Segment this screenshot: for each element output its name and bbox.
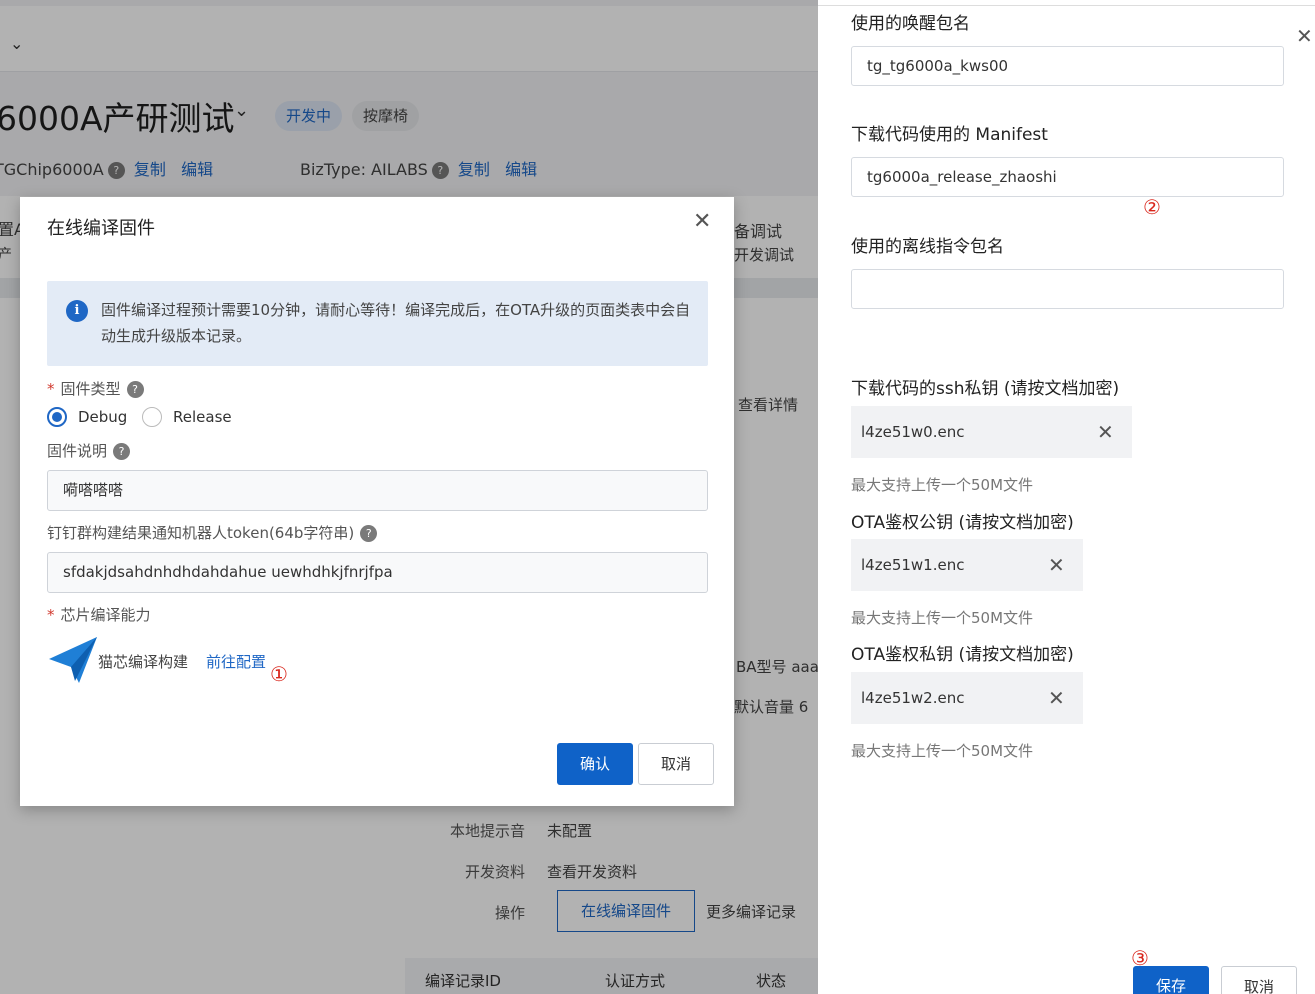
close-icon[interactable]: ✕: [693, 209, 711, 234]
token-input[interactable]: sfdakjdsahdnhdhdahdahue uewhdhkjfnrjfpa: [47, 552, 708, 593]
offline-package-input[interactable]: [851, 269, 1284, 309]
required-mark: *: [47, 606, 55, 624]
close-icon[interactable]: ✕: [1296, 24, 1313, 48]
save-button[interactable]: 保存: [1133, 966, 1209, 994]
compile-firmware-modal: 在线编译固件 ✕ i 固件编译过程预计需要10分钟，请耐心等待！编译完成后，在O…: [20, 197, 734, 806]
ota-private-key-label: OTA鉴权私钥 (请按文档加密): [851, 645, 1074, 665]
upload-hint: 最大支持上传一个50M文件: [851, 742, 1034, 760]
file-name: l4ze51w0.enc: [861, 423, 965, 441]
go-config-link[interactable]: 前往配置: [206, 651, 266, 672]
chip-label-text: 芯片编译能力: [60, 606, 151, 624]
help-icon[interactable]: ?: [360, 525, 378, 542]
paper-plane-icon: [49, 637, 97, 683]
radio-label: Debug: [78, 408, 128, 426]
drawer-cancel-button[interactable]: 取消: [1221, 966, 1297, 994]
info-text: 固件编译过程预计需要10分钟，请耐心等待！编译完成后，在OTA升级的页面类表中会…: [101, 301, 691, 345]
firmware-type-text: 固件类型: [60, 380, 121, 398]
ota-public-key-label: OTA鉴权公钥 (请按文档加密): [851, 513, 1074, 533]
remove-file-icon[interactable]: ✕: [1097, 406, 1114, 458]
radio-dot[interactable]: [47, 407, 67, 427]
radio-release[interactable]: Release: [142, 407, 232, 427]
required-mark: *: [47, 380, 55, 398]
annotation-marker-1: ①: [270, 662, 288, 686]
config-drawer: ✕ 使用的唤醒包名 tg_tg6000a_kws00 下载代码使用的 Manif…: [818, 6, 1315, 994]
chip-name: 猫芯编译构建: [98, 653, 189, 671]
firmware-desc-input[interactable]: 嗬嗒嗒嗒: [47, 470, 708, 511]
radio-debug[interactable]: Debug: [47, 407, 127, 427]
confirm-button[interactable]: 确认: [557, 743, 633, 785]
radio-label: Release: [173, 408, 232, 426]
ssh-key-file: l4ze51w0.enc ✕: [851, 406, 1132, 458]
help-icon[interactable]: ?: [126, 381, 144, 398]
radio-dot[interactable]: [142, 407, 162, 427]
info-alert: i 固件编译过程预计需要10分钟，请耐心等待！编译完成后，在OTA升级的页面类表…: [47, 281, 708, 366]
ota-public-key-file: l4ze51w1.enc ✕: [851, 539, 1083, 591]
ota-private-key-file: l4ze51w2.enc ✕: [851, 672, 1083, 724]
upload-hint: 最大支持上传一个50M文件: [851, 609, 1034, 627]
info-icon: i: [66, 300, 88, 322]
firmware-desc-label: 固件说明?: [47, 440, 134, 461]
annotation-marker-2: ②: [1143, 195, 1161, 219]
remove-file-icon[interactable]: ✕: [1048, 672, 1065, 724]
help-icon[interactable]: ?: [113, 443, 131, 460]
wake-package-input[interactable]: tg_tg6000a_kws00: [851, 46, 1284, 86]
file-name: l4ze51w2.enc: [861, 689, 965, 707]
manifest-label: 下载代码使用的 Manifest: [851, 125, 1048, 145]
token-text: 钉钉群构建结果通知机器人token(64b字符串): [47, 524, 355, 542]
firmware-type-label: * 固件类型?: [47, 378, 148, 399]
wake-package-label: 使用的唤醒包名: [851, 14, 970, 34]
upload-hint: 最大支持上传一个50M文件: [851, 476, 1034, 494]
modal-title: 在线编译固件: [47, 218, 155, 239]
token-label: 钉钉群构建结果通知机器人token(64b字符串)?: [47, 522, 381, 543]
ssh-key-label: 下载代码的ssh私钥 (请按文档加密): [851, 379, 1120, 399]
file-name: l4ze51w1.enc: [861, 556, 965, 574]
cancel-button[interactable]: 取消: [638, 743, 714, 785]
manifest-input[interactable]: tg6000a_release_zhaoshi: [851, 157, 1284, 197]
firmware-desc-text: 固件说明: [47, 442, 108, 460]
chip-label: * 芯片编译能力: [47, 604, 151, 625]
offline-package-label: 使用的离线指令包名: [851, 237, 1004, 257]
remove-file-icon[interactable]: ✕: [1048, 539, 1065, 591]
